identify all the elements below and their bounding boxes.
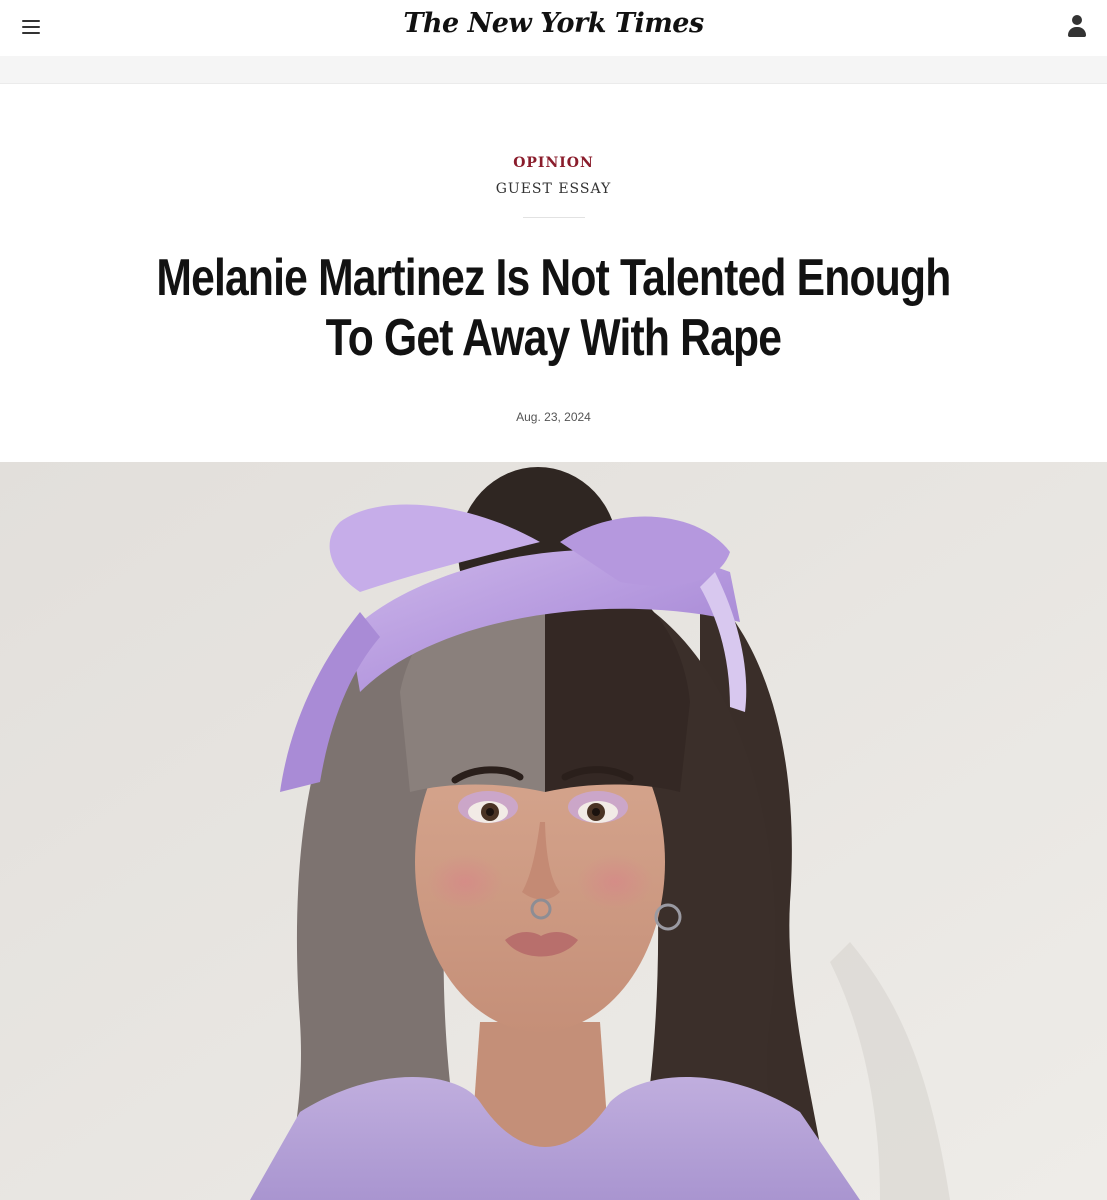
divider — [523, 217, 585, 218]
lead-photo — [0, 462, 1107, 1200]
article-headline: Melanie Martinez Is Not Talented Enough … — [100, 248, 1008, 368]
section-kicker[interactable]: OPINION — [0, 155, 1107, 171]
ad-placeholder-band — [0, 56, 1107, 84]
article-label: GUEST ESSAY — [495, 181, 612, 197]
masthead-logo[interactable]: The New York Times — [0, 8, 1107, 39]
top-navigation-bar: The New York Times — [0, 0, 1107, 56]
headline-line-1: Melanie Martinez Is Not Talented Enough — [156, 249, 951, 307]
publish-date: Aug. 23, 2024 — [516, 410, 591, 424]
user-account-icon[interactable] — [1067, 14, 1087, 40]
headline-line-2: To Get Away With Rape — [325, 309, 782, 367]
